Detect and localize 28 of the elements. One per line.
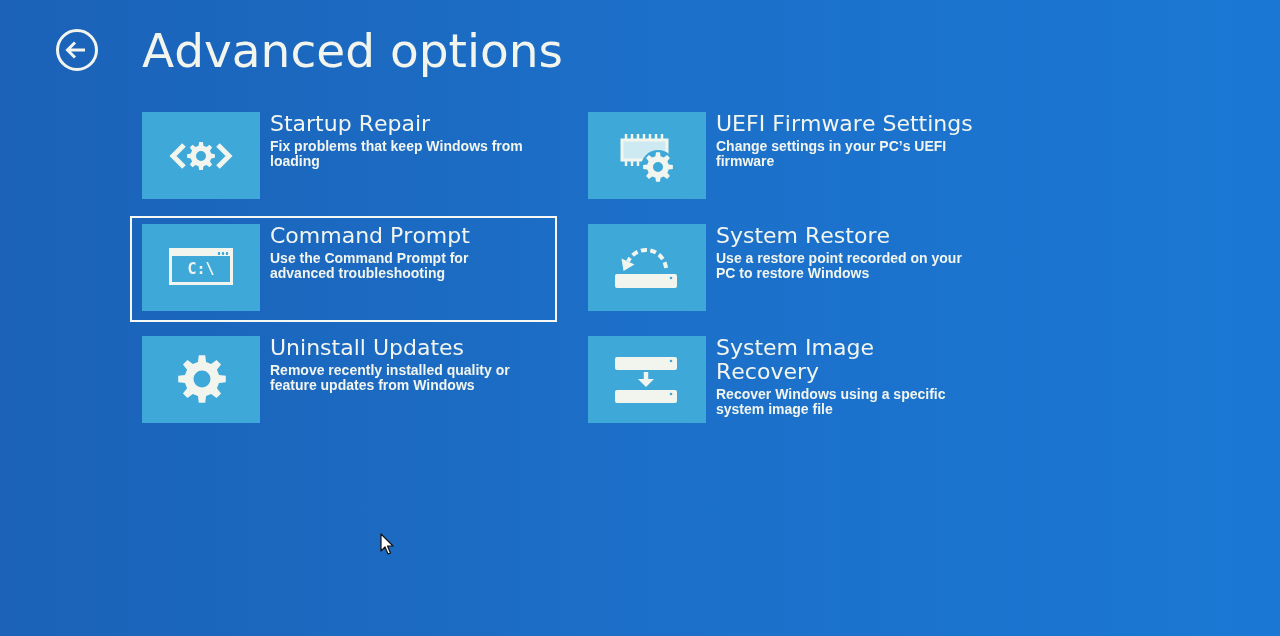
gear-icon — [142, 336, 260, 423]
option-description: Use a restore point recorded on your PC to restore Windows — [716, 251, 963, 281]
page-title: Advanced options — [142, 23, 564, 79]
mouse-pointer-icon — [380, 533, 394, 555]
option-description: Recover Windows using a specific system image file — [716, 387, 947, 417]
option-item[interactable]: System Restore Use a restore point recorded on your PC to restore Windows — [576, 216, 1003, 322]
back-button[interactable] — [55, 28, 99, 72]
option-item[interactable]: Uninstall Updates Remove recently installed quality or feature updates from Windows — [130, 328, 557, 434]
chip-gear-icon — [588, 112, 706, 199]
option-item[interactable]: System Image Recovery Recover Windows using a specific system image file — [576, 328, 1003, 434]
option-description: Change settings in your PC’s UEFI firmware — [716, 139, 948, 169]
option-title: System Image Recovery — [716, 336, 875, 384]
drive-download-icon — [588, 336, 706, 423]
option-item[interactable]: Startup Repair Fix problems that keep Windows from loading — [130, 104, 557, 210]
restore-drive-icon — [588, 224, 706, 311]
prompt-text: C:\ — [187, 260, 215, 278]
bracketed-gear-icon — [142, 112, 260, 199]
option-title: Startup Repair — [270, 112, 432, 136]
option-description: Remove recently installed quality or feature updates from Windows — [270, 363, 511, 393]
option-title: UEFI Firmware Settings — [716, 112, 974, 136]
option-item[interactable]: UEFI Firmware Settings Change settings in your PC’s UEFI firmware — [576, 104, 1003, 210]
option-title: Command Prompt — [270, 224, 471, 248]
option-description: Use the Command Prompt for advanced troubleshooting — [270, 251, 470, 281]
option-item[interactable]: C:\ Command Prompt Use the Command Prompt for advanced troubleshooting — [130, 216, 557, 322]
back-icon — [55, 28, 99, 72]
option-title: System Restore — [716, 224, 891, 248]
option-description: Fix problems that keep Windows from loading — [270, 139, 524, 169]
option-title: Uninstall Updates — [270, 336, 466, 360]
